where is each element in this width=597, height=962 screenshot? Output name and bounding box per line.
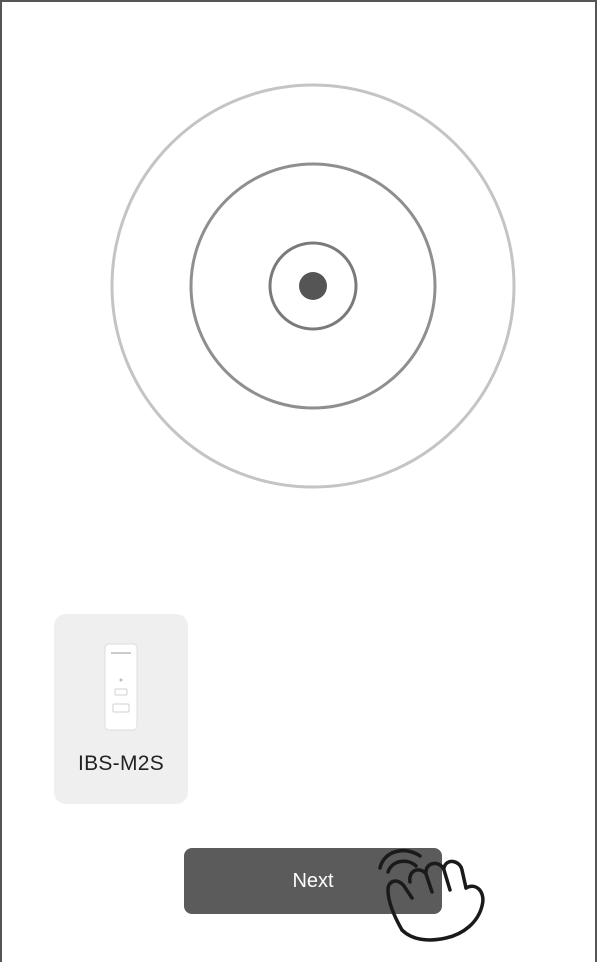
center-dot bbox=[299, 272, 327, 300]
device-name: IBS-M2S bbox=[77, 752, 165, 775]
device-card[interactable]: IBS-M2S bbox=[54, 614, 188, 804]
device-scan-screen: IBS-M2S Next bbox=[0, 0, 597, 962]
smart-switch-device-icon bbox=[104, 643, 138, 731]
radar-scan-icon bbox=[110, 83, 516, 489]
next-button[interactable]: Next bbox=[184, 848, 442, 914]
